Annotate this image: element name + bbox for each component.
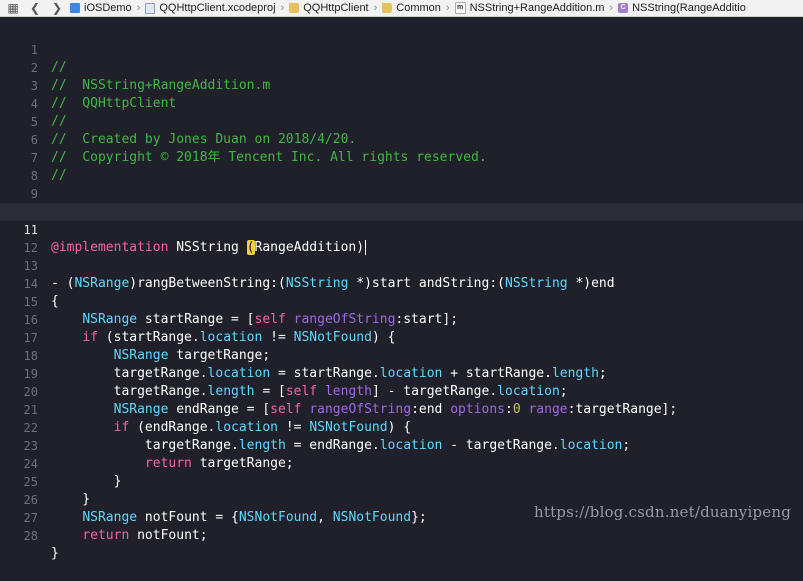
code-line[interactable]: 13 - (NSRange)rangBetweenString:(NSStrin… <box>0 239 803 291</box>
breadcrumb-label: iOSDemo <box>84 2 132 14</box>
code-line[interactable]: 24 } <box>0 437 803 489</box>
breadcrumb-symbol[interactable]: C NSString(RangeAdditio <box>618 2 746 14</box>
chevron-right-icon: › <box>373 2 378 14</box>
project-icon <box>70 3 80 13</box>
breadcrumb-label: NSString+RangeAddition.m <box>469 2 605 14</box>
code-line[interactable]: 17 NSRange targetRange; <box>0 311 803 363</box>
line-number: 28 <box>23 529 38 543</box>
code-line[interactable]: 10 <box>0 185 803 219</box>
breadcrumb-xcodeproj[interactable]: QQHttpClient.xcodeproj <box>145 2 276 14</box>
code-line[interactable]: 16 if (startRange.location != NSNotFound… <box>0 293 803 345</box>
back-icon[interactable]: ❮ <box>26 1 44 15</box>
folder-icon <box>382 3 393 13</box>
chevron-right-icon: › <box>280 2 285 14</box>
code-text: return notFount; <box>82 528 208 543</box>
code-line[interactable]: 18 targetRange.location = startRange.loc… <box>0 329 803 381</box>
code-line[interactable]: 25 } <box>0 455 803 507</box>
watermark-url: https://blog.csdn.net/duanyipeng <box>533 503 791 521</box>
source-editor[interactable]: 1 // 2 // NSString+RangeAddition.m 3 // … <box>0 17 803 561</box>
code-line[interactable]: 26 NSRange notFount = {NSNotFound, NSNot… <box>0 473 803 525</box>
code-line[interactable]: 7 // <box>0 131 803 183</box>
code-line[interactable]: 22 targetRange.length = endRange.locatio… <box>0 401 803 453</box>
folder-icon <box>289 3 300 13</box>
xcodeproj-icon <box>145 2 156 14</box>
breadcrumb-label: QQHttpClient <box>303 2 369 14</box>
jump-bar: ▦ ❮ ❯ iOSDemo › QQHttpClient.xcodeproj ›… <box>0 0 803 17</box>
code-line[interactable]: 8 <box>0 149 803 183</box>
code-line[interactable]: 6 // Copyright © 2018年 Tencent Inc. All … <box>0 113 803 165</box>
related-items-icon[interactable]: ▦ <box>4 1 22 15</box>
m-file-icon: m <box>454 2 466 14</box>
breadcrumb-group-qqhttpclient[interactable]: QQHttpClient <box>289 2 369 14</box>
breadcrumb-label: NSString(RangeAdditio <box>632 2 746 14</box>
breadcrumb-label: QQHttpClient.xcodeproj <box>159 2 276 14</box>
code-line-current[interactable]: 11 @implementation NSString (RangeAdditi… <box>0 203 803 255</box>
code-text: } <box>51 546 59 561</box>
breadcrumb-project[interactable]: iOSDemo <box>70 2 132 14</box>
code-line[interactable]: 3 // QQHttpClient <box>0 59 803 111</box>
code-line[interactable]: 14 { <box>0 257 803 309</box>
breadcrumb-label: Common <box>396 2 441 14</box>
code-line[interactable]: 21 if (endRange.location != NSNotFound) … <box>0 383 803 435</box>
jump-bar-nav: ▦ ❮ ❯ <box>0 1 70 15</box>
breadcrumb-file[interactable]: m NSString+RangeAddition.m <box>454 2 605 14</box>
code-line[interactable]: 20 NSRange endRange = [self rangeOfStrin… <box>0 365 803 417</box>
chevron-right-icon: › <box>445 2 450 14</box>
chevron-right-icon: › <box>136 2 141 14</box>
code-line[interactable]: 4 // <box>0 77 803 129</box>
code-line[interactable]: 5 // Created by Jones Duan on 2018/4/20. <box>0 95 803 147</box>
code-line[interactable]: 19 targetRange.length = [self length] - … <box>0 347 803 399</box>
forward-icon[interactable]: ❯ <box>48 1 66 15</box>
code-line[interactable]: 1 // <box>0 23 803 75</box>
chevron-right-icon: › <box>609 2 614 14</box>
code-line[interactable]: 15 NSRange startRange = [self rangeOfStr… <box>0 275 803 327</box>
code-line[interactable]: 12 <box>0 221 803 255</box>
code-line[interactable]: 23 return targetRange; <box>0 419 803 471</box>
category-icon: C <box>618 3 629 13</box>
code-line[interactable]: 9 #import "NSString+RangeAddition.h" <box>0 167 803 219</box>
breadcrumb-group-common[interactable]: Common <box>382 2 441 14</box>
code-line[interactable]: 2 // NSString+RangeAddition.m <box>0 41 803 93</box>
